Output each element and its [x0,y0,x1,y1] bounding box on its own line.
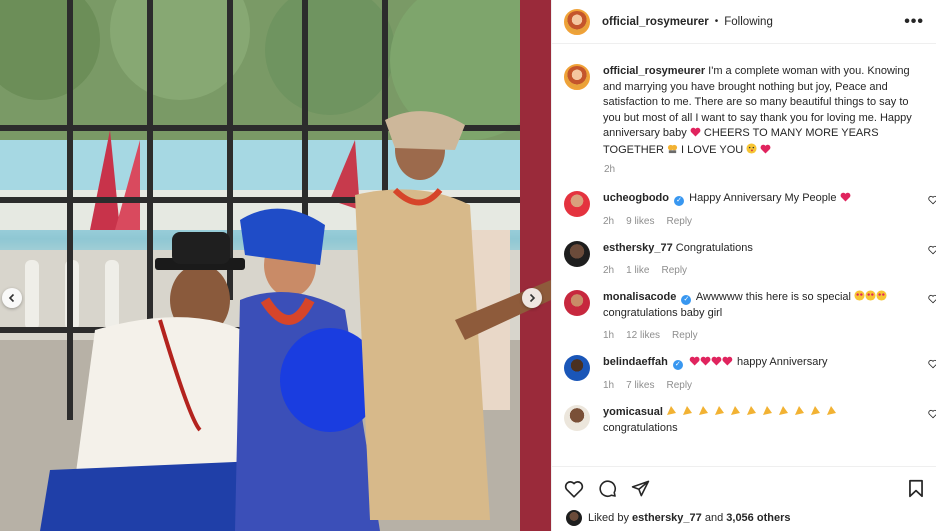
comment-text: Awwwww this here is so special [695,290,851,303]
comment-likes-link[interactable]: 7 likes [626,380,654,391]
verified-icon: ✓ [674,195,685,206]
reply-button[interactable]: Reply [661,265,687,276]
like-comment-heart-icon[interactable] [928,409,936,419]
heart-icon[interactable] [564,480,584,498]
verified-icon: ✓ [672,359,683,370]
red-heart-emoji-icon [760,144,771,160]
liked-by-count-link[interactable]: 3,056 others [726,512,790,524]
comment-text-line2: congratulations [603,421,678,434]
comment-text: Happy Anniversary My People [689,191,837,204]
caption: official_rosymeurer I'm a complete woman… [552,44,936,160]
comment-text-line2: congratulations baby girl [603,306,723,319]
post-header: official_rosymeurer • Following ••• [552,0,936,44]
comment-likes-link[interactable]: 12 likes [626,330,660,341]
comment-timestamp: 2h [603,215,615,227]
comment-icon[interactable] [598,479,617,498]
caption-text: official_rosymeurer I'm a complete woman… [603,64,924,160]
comment-item: ucheogbodo ✓ Happy Anniversary My People… [552,190,936,227]
reply-button[interactable]: Reply [672,330,698,341]
like-comment-heart-icon[interactable] [928,294,936,304]
like-comment-heart-icon[interactable] [928,359,936,369]
liked-by-user[interactable]: esthersky_77 [632,512,702,524]
comment-item: monalisacode ✓ Awwwww this here is so sp… [552,289,936,341]
chevron-left-icon [8,293,15,303]
comment-timestamp: 1h [603,379,615,391]
red-heart-emoji-icon [840,192,851,207]
post-viewer: official_rosymeurer • Following ••• offi… [0,0,936,531]
header-separator: • [714,16,719,27]
comment-text: happy Anniversary [736,355,828,368]
comment-likes-link[interactable]: 1 like [626,265,649,276]
comment-item: yomicasual congratulations [552,404,936,436]
comment-item: belindaeffah ✓ happy Anniversary 1h 7 li… [552,354,936,391]
action-bar [552,467,936,498]
share-icon[interactable] [631,479,650,498]
chevron-right-icon [529,293,536,303]
party-emoji-icon [667,143,678,160]
comments-list[interactable]: official_rosymeurer I'm a complete woman… [552,44,936,466]
red-heart-emoji-icon [690,127,701,143]
commenter-username[interactable]: esthersky_77 [603,242,673,254]
like-comment-heart-icon[interactable] [928,245,936,255]
follow-status-button[interactable]: Following [724,16,773,28]
author-avatar[interactable] [564,8,590,35]
caption-timestamp: 2h [604,163,616,175]
liked-by-mid: and [704,512,724,524]
liker-avatar[interactable] [566,510,582,526]
commenter-avatar[interactable] [564,404,590,431]
post-actions-footer: Liked by esthersky_77 and 3,056 others [552,466,936,531]
heart-eyes-emoji-icon [854,290,887,306]
commenter-username[interactable]: monalisacode [603,291,676,303]
comment-item: esthersky_77 Congratulations 2h 1 like R… [552,240,936,276]
comment-timestamp: 2h [603,264,615,276]
more-icon[interactable]: ••• [904,13,924,31]
post-photo[interactable] [0,0,551,531]
caption-love: I LOVE YOU [681,143,744,156]
red-hearts-emoji-icon [688,356,734,371]
commenter-username[interactable]: ucheogbodo [603,192,669,204]
commenter-avatar[interactable] [564,354,590,381]
commenter-username[interactable]: yomicasual [603,406,663,418]
author-username[interactable]: official_rosymeurer [602,16,709,28]
commenter-username[interactable]: belindaeffah [603,356,668,368]
comment-likes-link[interactable]: 9 likes [626,216,654,227]
next-photo-button[interactable] [522,288,542,308]
reply-button[interactable]: Reply [666,380,692,391]
bookmark-icon[interactable] [908,479,924,498]
reply-button[interactable]: Reply [666,216,692,227]
verified-icon: ✓ [681,294,692,305]
liked-by-prefix: Liked by [588,512,629,524]
caption-avatar[interactable] [564,64,590,90]
comment-timestamp: 1h [603,329,615,341]
comment-text: Congratulations [675,241,753,254]
photo-scene [0,0,551,531]
liked-by-summary: Liked by esthersky_77 and 3,056 others [552,498,936,526]
caption-username[interactable]: official_rosymeurer [603,65,705,77]
commenter-avatar[interactable] [564,190,590,217]
commenter-avatar[interactable] [564,240,590,267]
previous-photo-button[interactable] [2,288,22,308]
post-side-panel: official_rosymeurer • Following ••• offi… [551,0,936,531]
commenter-avatar[interactable] [564,289,590,316]
party-popper-emoji-icon [666,405,846,421]
like-comment-heart-icon[interactable] [928,195,936,205]
kiss-face-emoji-icon [746,143,757,160]
